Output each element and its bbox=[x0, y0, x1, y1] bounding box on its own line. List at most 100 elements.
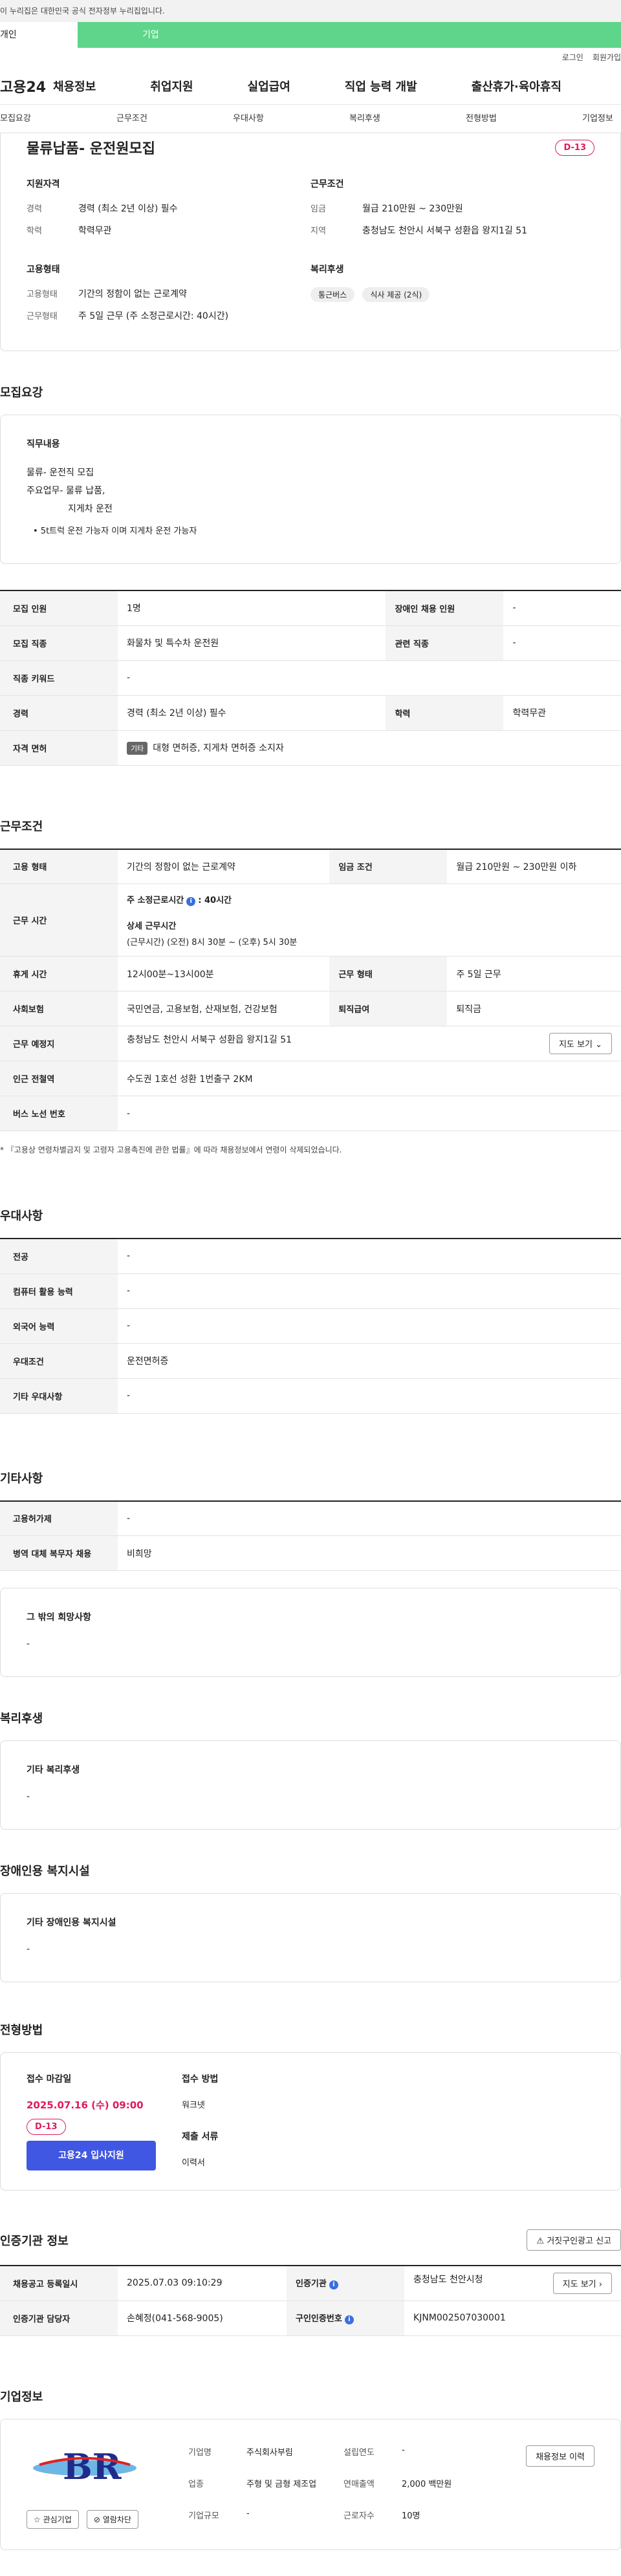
row-value: 기간의 정함이 없는 근로계약 bbox=[118, 849, 330, 884]
agency-heading: 인증기관 정보 bbox=[0, 2234, 69, 2248]
section-nav-benefit[interactable]: 복리후생 bbox=[349, 105, 466, 133]
dday-badge: D-13 bbox=[27, 2119, 66, 2135]
other-wishes-value: - bbox=[27, 1639, 30, 1649]
row-label: 채용공고 등록일시 bbox=[0, 2266, 118, 2301]
map-button[interactable]: 지도 보기 ⌄ bbox=[549, 1033, 612, 1054]
agency-map-button[interactable]: 지도 보기 › bbox=[552, 2272, 612, 2294]
gnb-menu: 채용정보 취업지원 실업급여 직업 능력 개발 출산휴가·육아휴직 bbox=[53, 78, 621, 94]
block-view-button[interactable]: ⊘ 열람차단 bbox=[86, 2509, 138, 2529]
row-value: 12시00분~13시00분 bbox=[118, 956, 330, 991]
company-heading: 기업정보 bbox=[0, 2390, 43, 2404]
row-label: 우대조건 bbox=[0, 1343, 118, 1379]
row-value: 학력무관 bbox=[503, 695, 621, 731]
license-badge: 기타 bbox=[127, 741, 148, 755]
warning-icon: ⚠ bbox=[536, 2236, 545, 2246]
row-value: - bbox=[503, 590, 621, 626]
block-icon: ⊘ bbox=[93, 2515, 100, 2524]
row-label: 근무 예정지 bbox=[0, 1026, 118, 1061]
section-nav-company[interactable]: 기업정보 bbox=[582, 105, 613, 133]
qual-value: 경력 (최소 2년 이상) 필수 bbox=[78, 204, 178, 214]
row-value: 주 5일 근무 bbox=[447, 956, 621, 991]
disabled-title: 기타 장애인용 복지시설 bbox=[27, 1918, 116, 1928]
star-icon: ☆ bbox=[34, 2515, 41, 2524]
weekly-hours-label: 주 소정근로시간 bbox=[127, 895, 184, 905]
row-label: 퇴직급여 bbox=[329, 991, 448, 1026]
job-summary-card: 물류납품- 운전원모집 D-13 지원자격 경력 경력 (최소 2년 이상) 필수… bbox=[0, 133, 621, 351]
gnb-item-employment-support[interactable]: 취업지원 bbox=[150, 78, 193, 94]
site-logo[interactable]: 고용24 bbox=[0, 76, 53, 96]
age-note: * 『고용상 연령차별금지 및 고령자 고용촉진에 관한 법률』에 따라 채용정… bbox=[0, 1145, 342, 1154]
row-label: 고용허가제 bbox=[0, 1500, 118, 1536]
row-label: 기타 우대사항 bbox=[0, 1378, 118, 1414]
row-value: KJNM002507030001 bbox=[404, 2300, 621, 2336]
row-value: 2025.07.03 09:10:29 bbox=[118, 2266, 287, 2301]
row-value: 화물차 및 특수차 운전원 bbox=[118, 625, 386, 661]
section-nav: 모집요강 근무조건 우대사항 복리후생 전형방법 기업정보 bbox=[0, 105, 621, 133]
tab-company[interactable]: 기업 bbox=[78, 22, 220, 48]
company-card: BR ☆ 관심기업 ⊘ 열람차단 기업명 주식회사부림 설립연도 - 업종 주형 및 … bbox=[0, 2418, 621, 2550]
report-fake-ad-button[interactable]: ⚠ 거짓구인광고 신고 bbox=[527, 2229, 621, 2251]
row-value: - bbox=[118, 660, 621, 696]
row-label: 경력 bbox=[0, 695, 118, 731]
utility-links: 로그인 회원가입 bbox=[0, 48, 621, 67]
row-value: 퇴직금 bbox=[447, 991, 621, 1026]
benefit-title: 기타 복리후생 bbox=[27, 1765, 80, 1775]
disabled-value: - bbox=[27, 1944, 30, 1954]
row-value: 충청남도 천안시 서북구 성환읍 왕지1길 51 bbox=[127, 1035, 292, 1045]
apply-button[interactable]: 고용24 입사지원 bbox=[27, 2141, 156, 2170]
employment-title: 고용형태 bbox=[27, 265, 60, 275]
row-value: 충청남도 천안시청 bbox=[413, 2274, 483, 2285]
qual-label: 경력 bbox=[27, 204, 42, 214]
block-label: 열람차단 bbox=[102, 2515, 131, 2524]
apply-card: 접수 마감일 2025.07.16 (수) 09:00 D-13 고용24 입사… bbox=[0, 2052, 621, 2191]
field-label: 기업명 bbox=[188, 2447, 212, 2458]
row-value: 수도권 1호선 성환 1번출구 2KM bbox=[118, 1061, 621, 1096]
row-label: 임금 조건 bbox=[329, 849, 448, 884]
cond-label: 지역 bbox=[310, 226, 326, 236]
method-label: 접수 방법 bbox=[182, 2074, 219, 2084]
job-line: 지게차 운전 bbox=[68, 504, 113, 514]
welfare-chip: 식사 제공 (2식) bbox=[362, 287, 430, 302]
row-label: 학력 bbox=[386, 695, 504, 731]
section-nav-work[interactable]: 근무조건 bbox=[116, 105, 233, 133]
section-nav-recruit[interactable]: 모집요강 bbox=[0, 105, 116, 133]
info-icon[interactable]: i bbox=[344, 2315, 354, 2324]
benefit-box: 기타 복리후생 - bbox=[0, 1740, 621, 1830]
hiring-history-button[interactable]: 채용정보 이력 bbox=[526, 2445, 594, 2467]
report-button-label: 거짓구인광고 신고 bbox=[547, 2236, 611, 2246]
info-icon[interactable]: i bbox=[329, 2280, 338, 2290]
row-value: 비희망 bbox=[118, 1535, 621, 1571]
company-logo-text: BR bbox=[63, 2446, 122, 2487]
qual-label: 학력 bbox=[27, 226, 42, 236]
row-label: 병역 대체 복무자 채용 bbox=[0, 1535, 118, 1571]
conditions-title: 근무조건 bbox=[310, 179, 344, 189]
recruit-heading: 모집요강 bbox=[0, 386, 43, 400]
row-value: - bbox=[503, 625, 621, 661]
recruit-table: 모집 인원 1명 장애인 채용 인원 - 모집 직종 화물차 및 특수차 운전원 관련 직… bbox=[0, 590, 621, 766]
job-description-title: 직무내용 bbox=[27, 439, 60, 449]
job-line: • 5t트럭 운전 가능자 이며 지게차 운전 가능자 bbox=[33, 526, 197, 536]
signup-link[interactable]: 회원가입 bbox=[593, 48, 621, 67]
gnb-item-training[interactable]: 직업 능력 개발 bbox=[345, 78, 417, 94]
deadline-value: 2025.07.16 (수) 09:00 bbox=[27, 2099, 144, 2111]
gnb-item-jobs[interactable]: 채용정보 bbox=[53, 78, 96, 94]
cond-value: 충청남도 천안시 서북구 성환읍 왕지1길 51 bbox=[362, 226, 528, 236]
emp-label: 고용형태 bbox=[27, 290, 58, 299]
global-nav: 고용24 채용정보 취업지원 실업급여 직업 능력 개발 출산휴가·육아휴직 bbox=[0, 67, 621, 105]
tab-personal[interactable]: 개인 bbox=[0, 22, 78, 48]
weekly-hours-value: 40시간 bbox=[204, 895, 232, 905]
section-nav-pref[interactable]: 우대사항 bbox=[233, 105, 349, 133]
info-icon[interactable]: i bbox=[186, 896, 196, 906]
field-value: - bbox=[402, 2445, 405, 2455]
favorite-company-button[interactable]: ☆ 관심기업 bbox=[27, 2509, 79, 2529]
row-label: 인증기관 bbox=[296, 2279, 327, 2289]
user-type-tabs: 개인 기업 bbox=[0, 22, 621, 48]
job-line: 주요업무- 물류 납품, bbox=[27, 486, 105, 496]
apply-heading: 전형방법 bbox=[0, 2024, 43, 2037]
gnb-item-unemployment[interactable]: 실업급여 bbox=[248, 78, 290, 94]
login-link[interactable]: 로그인 bbox=[562, 48, 583, 67]
gnb-item-parental-leave[interactable]: 출산휴가·육아휴직 bbox=[472, 78, 561, 94]
section-nav-apply[interactable]: 전형방법 bbox=[466, 105, 582, 133]
docs-label: 제출 서류 bbox=[182, 2132, 219, 2142]
cond-label: 임금 bbox=[310, 204, 326, 214]
